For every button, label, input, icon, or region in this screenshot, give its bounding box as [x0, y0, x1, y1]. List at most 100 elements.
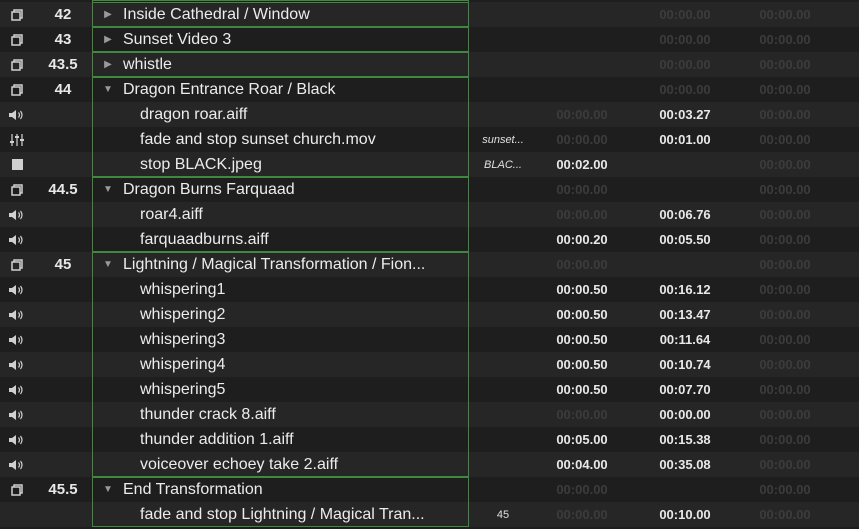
- group-icon: [0, 27, 34, 52]
- action-duration: 00:00.00: [659, 407, 711, 422]
- post-wait: 00:00.00: [759, 157, 811, 172]
- cue-target: [470, 52, 536, 77]
- cue-name: roar4.aiff: [93, 202, 516, 227]
- cue-name: ▼ Dragon Burns Farquaad: [93, 177, 477, 202]
- speaker-icon: [0, 377, 34, 402]
- cue-name: ▶ whistle: [93, 52, 477, 77]
- post-wait: 00:00.00: [759, 357, 811, 372]
- cue-number: 42: [54, 6, 72, 23]
- cue-name-label: thunder addition 1.aiff: [140, 430, 294, 448]
- group-cue-row[interactable]: 45 ▼ Lightning / Magical Transformation / …: [0, 252, 859, 277]
- cue-number: [34, 302, 92, 327]
- speaker-icon: [0, 102, 34, 127]
- cue-name-label: roar4.aiff: [140, 205, 203, 223]
- cue-number: 45.5: [48, 481, 78, 498]
- post-wait: 00:00.00: [759, 482, 811, 497]
- action-duration: 00:35.08: [659, 457, 711, 472]
- cue-row[interactable]: whispering2 00:00.50 00:13.47 00:00.00: [0, 302, 859, 327]
- group-icon: [0, 52, 34, 77]
- cue-name: whispering5: [93, 377, 516, 402]
- action-duration: 00:15.38: [659, 432, 711, 447]
- action-duration: [640, 152, 730, 177]
- pre-wait: [537, 52, 627, 77]
- cue-name-label: whispering2: [140, 305, 226, 323]
- pre-wait: 00:00.00: [556, 182, 608, 197]
- disclosure-open-icon[interactable]: ▼: [101, 84, 115, 95]
- cue-row[interactable]: whispering3 00:00.50 00:11.64 00:00.00: [0, 327, 859, 352]
- pre-wait: [537, 27, 627, 52]
- disclosure-open-icon[interactable]: ▼: [101, 259, 115, 270]
- post-wait: 00:00.00: [759, 107, 811, 122]
- cue-target: [470, 27, 536, 52]
- cue-row[interactable]: dragon roar.aiff 00:00.00 00:03.27 00:00.00: [0, 102, 859, 127]
- cue-name: stop BLACK.jpeg: [93, 152, 516, 177]
- cue-row[interactable]: whispering4 00:00.50 00:10.74 00:00.00: [0, 352, 859, 377]
- cue-target: [470, 177, 536, 202]
- fader-icon: [0, 127, 34, 152]
- post-wait: 00:00.00: [759, 32, 811, 47]
- post-wait: 00:00.00: [759, 332, 811, 347]
- goto-icon: [0, 502, 34, 527]
- action-duration: [640, 252, 730, 277]
- cue-name-label: Inside Cathedral / Window: [123, 5, 310, 23]
- cue-name: whispering4: [93, 352, 516, 377]
- pre-wait: 00:00.50: [556, 307, 608, 322]
- pre-wait: 00:00.00: [556, 132, 608, 147]
- group-cue-row[interactable]: 44.5 ▼ Dragon Burns Farquaad 00:00.00 00:00.…: [0, 177, 859, 202]
- group-cue-row[interactable]: 42 ▶ Inside Cathedral / Window 00:00.00 00:0…: [0, 2, 859, 27]
- group-cue-row[interactable]: 43.5 ▶ whistle 00:00.00 00:00.00: [0, 52, 859, 77]
- cue-row[interactable]: fade and stop sunset church.mov sunset...…: [0, 127, 859, 152]
- post-wait: 00:00.00: [759, 132, 811, 147]
- cue-number: [34, 502, 92, 527]
- group-cue-row[interactable]: 45.5 ▼ End Transformation 00:00.00 00:00.00: [0, 477, 859, 502]
- cue-list: 42 ▶ Inside Cathedral / Window 00:00.00 00:0…: [0, 0, 859, 529]
- action-duration: 00:01.00: [659, 132, 711, 147]
- post-wait: 00:00.00: [759, 282, 811, 297]
- cue-row[interactable]: whispering1 00:00.50 00:16.12 00:00.00: [0, 277, 859, 302]
- post-wait: 00:00.00: [759, 257, 811, 272]
- post-wait: 00:00.00: [759, 57, 811, 72]
- cue-name: ▼ Lightning / Magical Transformation / Fi…: [93, 252, 477, 277]
- cue-row[interactable]: thunder addition 1.aiff 00:05.00 00:15.38 0…: [0, 427, 859, 452]
- cue-name: dragon roar.aiff: [93, 102, 516, 127]
- cue-number: 43: [54, 31, 72, 48]
- cue-row[interactable]: voiceover echoey take 2.aiff 00:04.00 00:3…: [0, 452, 859, 477]
- post-wait: 00:00.00: [759, 307, 811, 322]
- cue-target: BLAC...: [484, 158, 522, 171]
- disclosure-closed-icon[interactable]: ▶: [101, 59, 115, 70]
- group-cue-row[interactable]: 44 ▼ Dragon Entrance Roar / Black 00:00.00 0…: [0, 77, 859, 102]
- cue-name-label: voiceover echoey take 2.aiff: [140, 455, 339, 473]
- cue-row[interactable]: farquaadburns.aiff 00:00.20 00:05.50 00:00.…: [0, 227, 859, 252]
- cue-target: 45: [496, 508, 510, 521]
- cue-row[interactable]: stop BLACK.jpeg BLAC... 00:02.00 00:00.00: [0, 152, 859, 177]
- disclosure-open-icon[interactable]: ▼: [101, 184, 115, 195]
- action-duration: 00:13.47: [659, 307, 711, 322]
- post-wait: 00:00.00: [759, 382, 811, 397]
- post-wait: 00:00.00: [759, 182, 811, 197]
- cue-target: [470, 427, 536, 452]
- cue-target: [470, 277, 536, 302]
- pre-wait: 00:04.00: [556, 457, 608, 472]
- cue-row[interactable]: whispering5 00:00.50 00:07.70 00:00.00: [0, 377, 859, 402]
- cue-target: [470, 2, 536, 27]
- cue-row[interactable]: roar4.aiff 00:00.00 00:06.76 00:00.00: [0, 202, 859, 227]
- action-duration: 00:10.00: [659, 507, 711, 522]
- cue-name-label: Dragon Entrance Roar / Black: [123, 80, 336, 98]
- group-cue-row[interactable]: 43 ▶ Sunset Video 3 00:00.00 00:00.00: [0, 27, 859, 52]
- pre-wait: 00:00.50: [556, 382, 608, 397]
- cue-row[interactable]: fade and stop Lightning / Magical Tran..…: [0, 502, 859, 527]
- group-icon: [0, 477, 34, 502]
- cue-name: whispering1: [93, 277, 516, 302]
- action-duration: 00:05.50: [659, 232, 711, 247]
- disclosure-closed-icon[interactable]: ▶: [101, 34, 115, 45]
- disclosure-open-icon[interactable]: ▼: [101, 484, 115, 495]
- post-wait: 00:00.00: [759, 432, 811, 447]
- cue-number: 44.5: [48, 181, 78, 198]
- cue-row[interactable]: thunder crack 8.aiff 00:00.00 00:00.00 00:0…: [0, 402, 859, 427]
- cue-name-label: whispering4: [140, 355, 226, 373]
- cue-number: [34, 402, 92, 427]
- cue-name: whispering3: [93, 327, 516, 352]
- cue-name: thunder addition 1.aiff: [93, 427, 516, 452]
- disclosure-closed-icon[interactable]: ▶: [101, 9, 115, 20]
- action-duration: [640, 477, 730, 502]
